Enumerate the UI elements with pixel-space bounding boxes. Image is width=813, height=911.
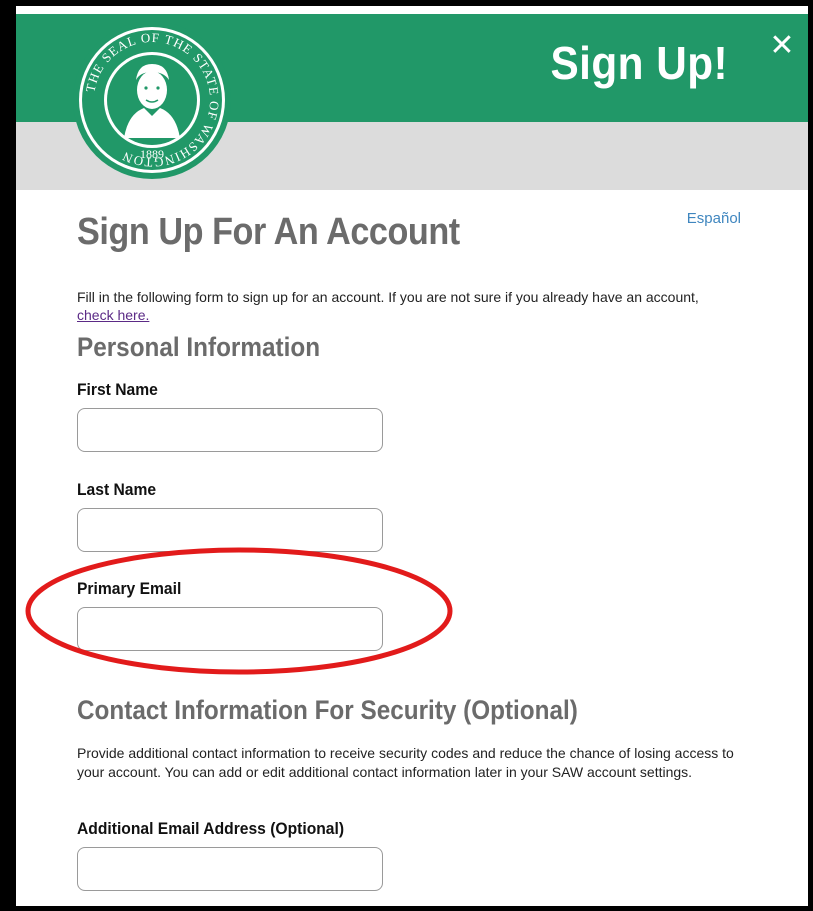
security-section: Contact Information For Security (Option…: [77, 693, 634, 727]
frame-border-right: [808, 0, 813, 911]
first-name-label: First Name: [77, 380, 158, 399]
frame-border-bottom: [0, 906, 813, 911]
primary-email-group: Primary Email: [77, 579, 190, 599]
washington-state-seal-logo: THE SEAL OF THE STATE OF WASHINGTON 1889: [73, 21, 231, 179]
close-icon[interactable]: ✕: [764, 28, 800, 64]
check-here-link[interactable]: check here.: [77, 307, 149, 323]
intro-text-body: Fill in the following form to sign up fo…: [77, 289, 699, 305]
frame-border-top: [0, 0, 813, 6]
intro-text: Fill in the following form to sign up fo…: [77, 288, 737, 324]
frame-border-left: [0, 0, 16, 911]
intro-block: Fill in the following form to sign up fo…: [77, 274, 737, 324]
page-title-block: Sign Up For An Account: [77, 210, 502, 254]
additional-email-input[interactable]: [77, 847, 383, 891]
section-title-contact-security: Contact Information For Security (Option…: [77, 695, 578, 725]
first-name-input[interactable]: [77, 408, 383, 452]
page-title: Sign Up For An Account: [77, 211, 460, 253]
language-link-espanol[interactable]: Español: [687, 210, 741, 227]
personal-info-section: Personal Information: [77, 330, 347, 364]
last-name-label: Last Name: [77, 480, 157, 499]
first-name-group: First Name: [77, 380, 165, 400]
additional-email-label: Additional Email Address (Optional): [77, 819, 345, 838]
seal-year: 1889: [140, 147, 164, 161]
dialog-title: Sign Up!: [550, 37, 728, 89]
primary-email-input[interactable]: [77, 607, 383, 651]
primary-email-label: Primary Email: [77, 579, 182, 598]
security-description: Provide additional contact information t…: [77, 745, 734, 780]
security-description-block: Provide additional contact information t…: [77, 744, 737, 782]
last-name-group: Last Name: [77, 480, 163, 500]
last-name-input[interactable]: [77, 508, 383, 552]
additional-email-group: Additional Email Address (Optional): [77, 819, 367, 839]
section-title-personal-information: Personal Information: [77, 332, 321, 362]
